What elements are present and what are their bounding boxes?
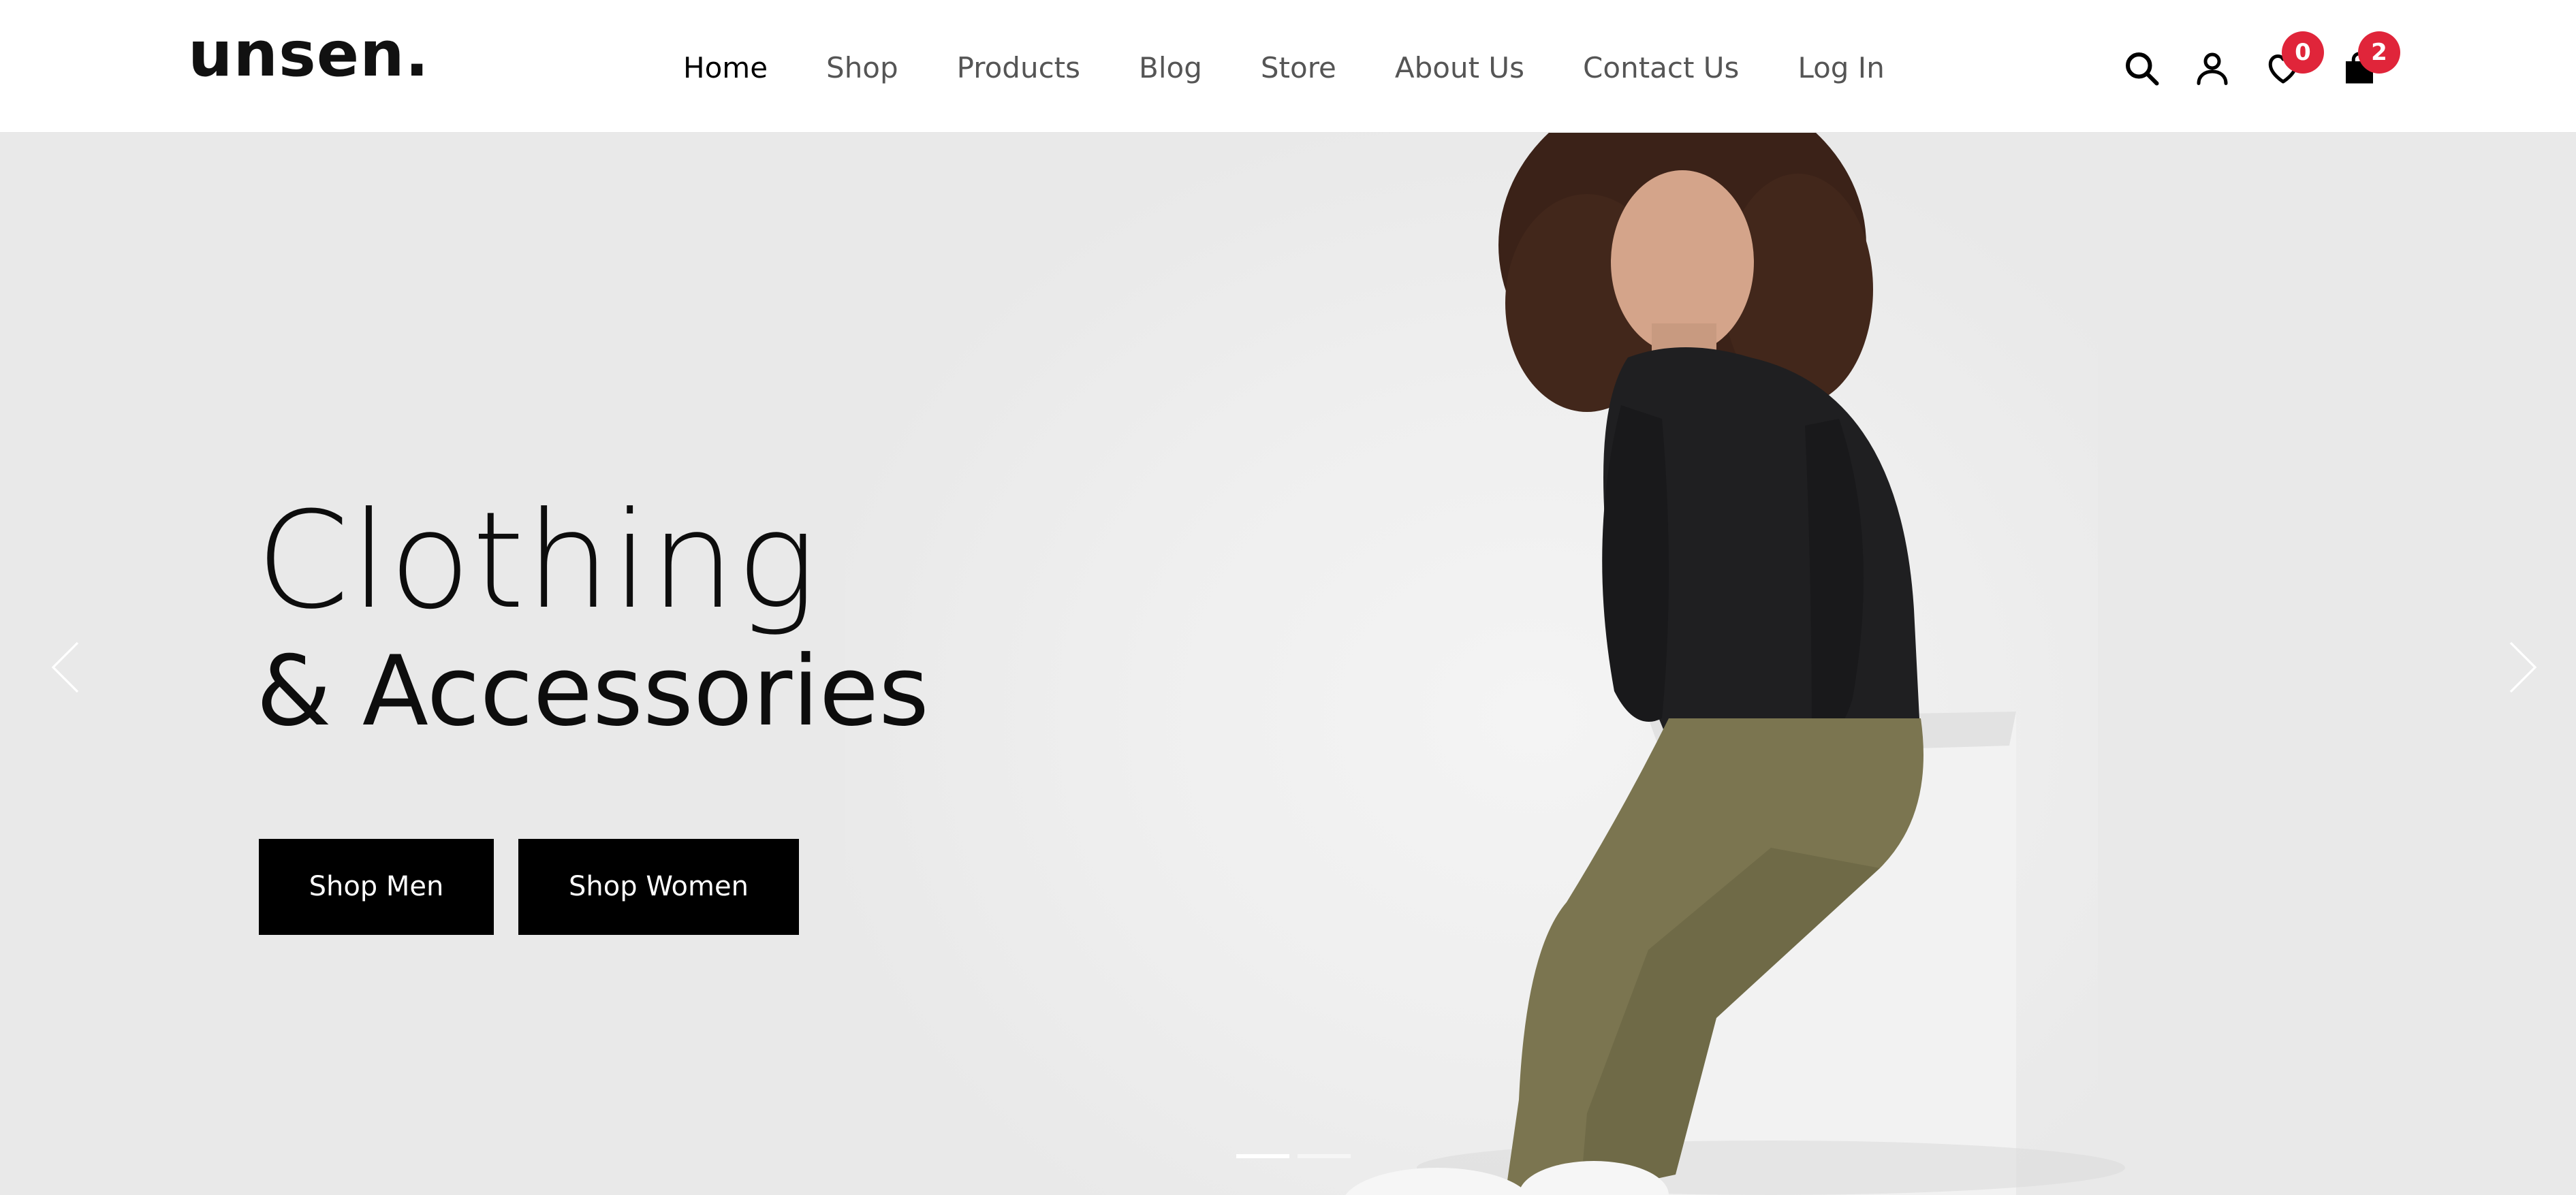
hero-title: Clothing — [256, 483, 818, 639]
main-nav: Home Shop Products Blog Store About Us C… — [683, 49, 1885, 87]
shop-women-button[interactable]: Shop Women — [518, 839, 799, 935]
nav-item-shop[interactable]: Shop — [826, 49, 898, 87]
slider-prev-button[interactable] — [45, 637, 86, 698]
site-logo[interactable]: unsen. — [188, 23, 430, 86]
slider-dot-1[interactable] — [1236, 1154, 1289, 1158]
wishlist-button[interactable]: 0 — [2263, 31, 2324, 89]
slider-pagination — [1236, 1154, 1351, 1158]
nav-item-products[interactable]: Products — [957, 49, 1080, 87]
nav-item-blog[interactable]: Blog — [1139, 49, 1202, 87]
nav-item-home[interactable]: Home — [683, 49, 768, 87]
search-icon[interactable] — [2121, 48, 2162, 89]
nav-item-contact-us[interactable]: Contact Us — [1583, 49, 1739, 87]
cart-button[interactable]: 2 — [2339, 31, 2400, 89]
chevron-right-icon — [2509, 641, 2537, 693]
site-header: unsen. Home Shop Products Blog Store Abo… — [0, 0, 2576, 133]
header-actions: 0 2 — [2121, 31, 2407, 95]
hero-subtitle: & Accessories — [256, 635, 930, 748]
shop-men-button[interactable]: Shop Men — [259, 839, 494, 935]
cart-count-badge: 2 — [2358, 31, 2400, 74]
nav-item-log-in[interactable]: Log In — [1797, 49, 1884, 87]
slider-next-button[interactable] — [2502, 637, 2543, 698]
user-icon[interactable] — [2192, 48, 2233, 89]
hero-slider: Clothing & Accessories Shop Men Shop Wom… — [0, 133, 2576, 1195]
wishlist-count-badge: 0 — [2282, 31, 2324, 74]
slider-dot-2[interactable] — [1298, 1154, 1351, 1158]
nav-item-store[interactable]: Store — [1261, 49, 1336, 87]
nav-item-about-us[interactable]: About Us — [1395, 49, 1524, 87]
chevron-left-icon — [51, 641, 79, 693]
